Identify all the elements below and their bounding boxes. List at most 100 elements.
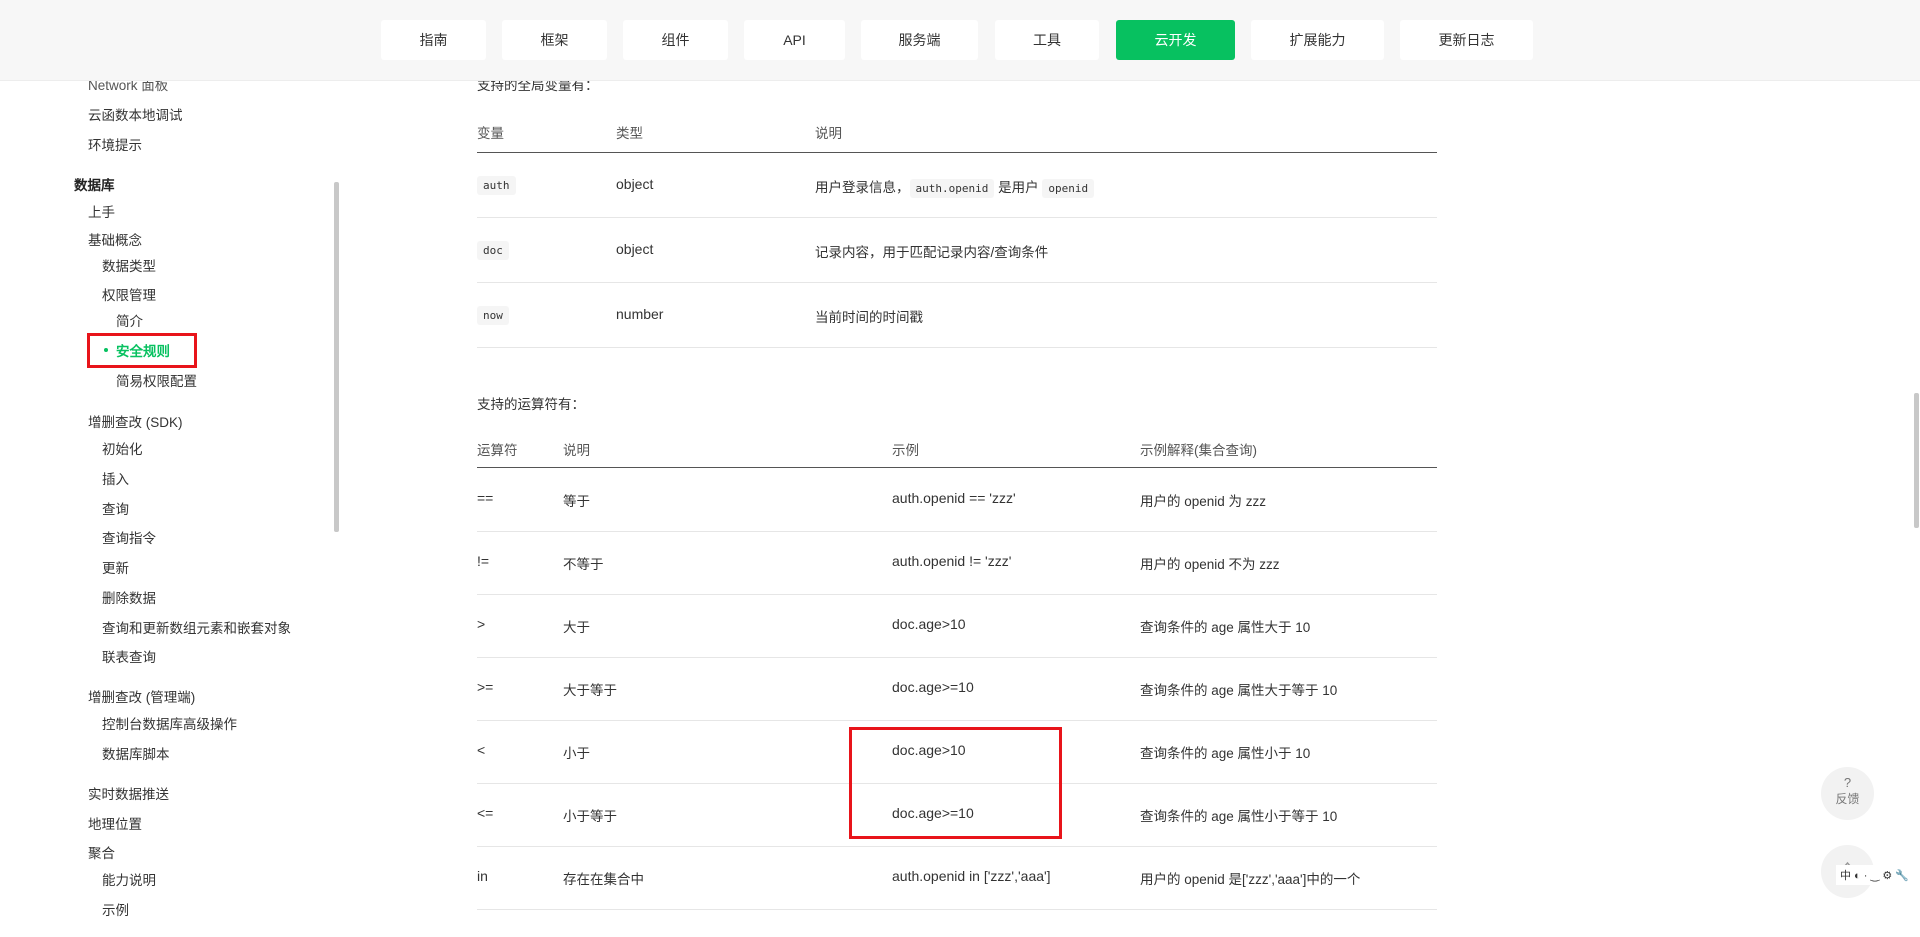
table-row-cell: 小于: [563, 746, 590, 761]
sidebar-item-security-rules[interactable]: 安全规则: [104, 340, 170, 360]
table-row-cell: doc: [477, 241, 509, 260]
sidebar-item-intro[interactable]: 简介: [116, 310, 143, 330]
row-divider: [477, 594, 1437, 595]
ops-intro: 支持的运算符有：: [477, 397, 585, 412]
nav-framework[interactable]: 框架: [502, 20, 607, 60]
nav-server[interactable]: 服务端: [861, 20, 978, 60]
sidebar-item-query-commands[interactable]: 查询指令: [102, 527, 156, 547]
table-row-cell: in: [477, 868, 488, 884]
sidebar-item-cloud-function-debug[interactable]: 云函数本地调试: [88, 104, 183, 124]
table-row-cell: 不等于: [563, 557, 604, 572]
page-scrollbar[interactable]: [1914, 393, 1919, 528]
table-row-cell: !=: [477, 553, 490, 569]
ops-header-desc: 说明: [563, 443, 590, 458]
table-row-cell: number: [616, 306, 664, 322]
table-row-cell: <: [477, 742, 486, 758]
table-row-cell: auth.openid in ['zzz','aaa']: [892, 868, 1051, 884]
question-icon: ?: [1843, 775, 1852, 790]
row-divider: [477, 846, 1437, 847]
row-divider: [477, 531, 1437, 532]
table-row-cell: <=: [477, 805, 494, 821]
sidebar-item-aggregation[interactable]: 聚合: [88, 842, 115, 862]
table-row-cell: ==: [477, 490, 494, 506]
sidebar-item-update[interactable]: 更新: [102, 557, 129, 577]
table-row-cell: now: [477, 306, 509, 325]
row-divider: [477, 720, 1437, 721]
sidebar-item-permission-management[interactable]: 权限管理: [102, 284, 156, 304]
globals-header-divider: [477, 152, 1437, 153]
sidebar-item-array-nested[interactable]: 查询和更新数组元素和嵌套对象: [102, 617, 291, 637]
sidebar-item-getting-started[interactable]: 上手: [88, 201, 115, 221]
row-divider: [477, 347, 1437, 348]
sidebar: Network 面板 云函数本地调试 环境提示 数据库 上手 基础概念 数据类型…: [62, 80, 332, 937]
table-row-cell: 存在在集合中: [563, 872, 644, 887]
feedback-label: 反馈: [1835, 792, 1860, 806]
table-row-cell: 用户的 openid 不为 zzz: [1140, 557, 1280, 572]
sidebar-item-realtime-push[interactable]: 实时数据推送: [88, 783, 169, 803]
row-divider: [477, 783, 1437, 784]
sidebar-item-capability[interactable]: 能力说明: [102, 869, 156, 889]
sidebar-section-database[interactable]: 数据库: [74, 174, 115, 194]
nav-api[interactable]: API: [744, 20, 845, 60]
feedback-button[interactable]: ? 反馈: [1821, 767, 1874, 820]
row-divider: [477, 657, 1437, 658]
ops-header-explain: 示例解释(集合查询): [1140, 443, 1257, 458]
sidebar-item-db-script[interactable]: 数据库脚本: [102, 743, 170, 763]
sidebar-item-network-panel[interactable]: Network 面板: [88, 80, 168, 94]
nav-tools[interactable]: 工具: [995, 20, 1099, 60]
sidebar-item-basic-concepts[interactable]: 基础概念: [88, 229, 142, 249]
table-row-cell: 查询条件的 age 属性大于等于 10: [1140, 683, 1338, 698]
table-row-cell: 查询条件的 age 属性大于 10: [1140, 620, 1311, 635]
nav-guide[interactable]: 指南: [381, 20, 486, 60]
sidebar-item-env-hint[interactable]: 环境提示: [88, 134, 142, 154]
sidebar-scrollbar[interactable]: [334, 182, 339, 532]
table-row-cell: 大于等于: [563, 683, 617, 698]
table-row-cell: object: [616, 241, 654, 257]
table-row-cell: doc.age>=10: [892, 805, 974, 821]
nav-cloud-dev[interactable]: 云开发: [1116, 20, 1235, 60]
table-row-cell: doc.age>=10: [892, 679, 974, 695]
table-row-cell: 查询条件的 age 属性小于等于 10: [1140, 809, 1338, 824]
table-row-cell: auth.openid != 'zzz': [892, 553, 1012, 569]
row-divider: [477, 909, 1437, 910]
top-navigation: 指南 框架 组件 API 服务端 工具 云开发 扩展能力 更新日志: [0, 0, 1920, 81]
table-row-cell: 当前时间的时间戳: [815, 310, 923, 325]
table-row-cell: doc.age>10: [892, 742, 966, 758]
row-divider: [477, 282, 1437, 283]
table-row-cell: >=: [477, 679, 494, 695]
ime-toolbar[interactable]: 中 ◐ · ‿ ⚙ 🔧: [1836, 865, 1920, 885]
sidebar-item-crud-admin[interactable]: 增删查改 (管理端): [88, 686, 195, 706]
globals-header-type: 类型: [616, 126, 643, 141]
ops-header-operator: 运算符: [477, 443, 518, 458]
sidebar-item-geolocation[interactable]: 地理位置: [88, 813, 142, 833]
table-row-cell: 用户的 openid 是['zzz','aaa']中的一个: [1140, 872, 1361, 887]
ops-header-example: 示例: [892, 443, 919, 458]
table-row-cell: 大于: [563, 620, 590, 635]
table-row-cell: 等于: [563, 494, 590, 509]
sidebar-item-delete[interactable]: 删除数据: [102, 587, 156, 607]
table-row-cell: 小于等于: [563, 809, 617, 824]
table-row-cell: auth: [477, 176, 516, 195]
sidebar-item-data-types[interactable]: 数据类型: [102, 255, 156, 275]
sidebar-item-init[interactable]: 初始化: [102, 438, 143, 458]
nav-extensions[interactable]: 扩展能力: [1251, 20, 1384, 60]
sidebar-item-join-query[interactable]: 联表查询: [102, 646, 156, 666]
sidebar-item-simple-permission[interactable]: 简易权限配置: [116, 370, 197, 390]
globals-header-var: 变量: [477, 126, 504, 141]
globals-header-desc: 说明: [815, 126, 842, 141]
sidebar-item-examples[interactable]: 示例: [102, 899, 129, 919]
table-row-cell: object: [616, 176, 654, 192]
table-row-cell: 用户登录信息， auth.openid 是用户 openid: [815, 176, 1095, 198]
sidebar-item-crud-sdk[interactable]: 增删查改 (SDK): [88, 411, 183, 431]
sidebar-item-console-advanced[interactable]: 控制台数据库高级操作: [102, 713, 237, 733]
table-row-cell: >: [477, 616, 486, 632]
nav-components[interactable]: 组件: [623, 20, 728, 60]
sidebar-item-insert[interactable]: 插入: [102, 468, 129, 488]
nav-changelog[interactable]: 更新日志: [1400, 20, 1533, 60]
ops-header-divider: [477, 467, 1437, 468]
table-row-cell: 查询条件的 age 属性小于 10: [1140, 746, 1311, 761]
row-divider: [477, 217, 1437, 218]
table-row-cell: auth.openid == 'zzz': [892, 490, 1016, 506]
sidebar-item-query[interactable]: 查询: [102, 498, 129, 518]
table-row-cell: 用户的 openid 为 zzz: [1140, 494, 1267, 509]
